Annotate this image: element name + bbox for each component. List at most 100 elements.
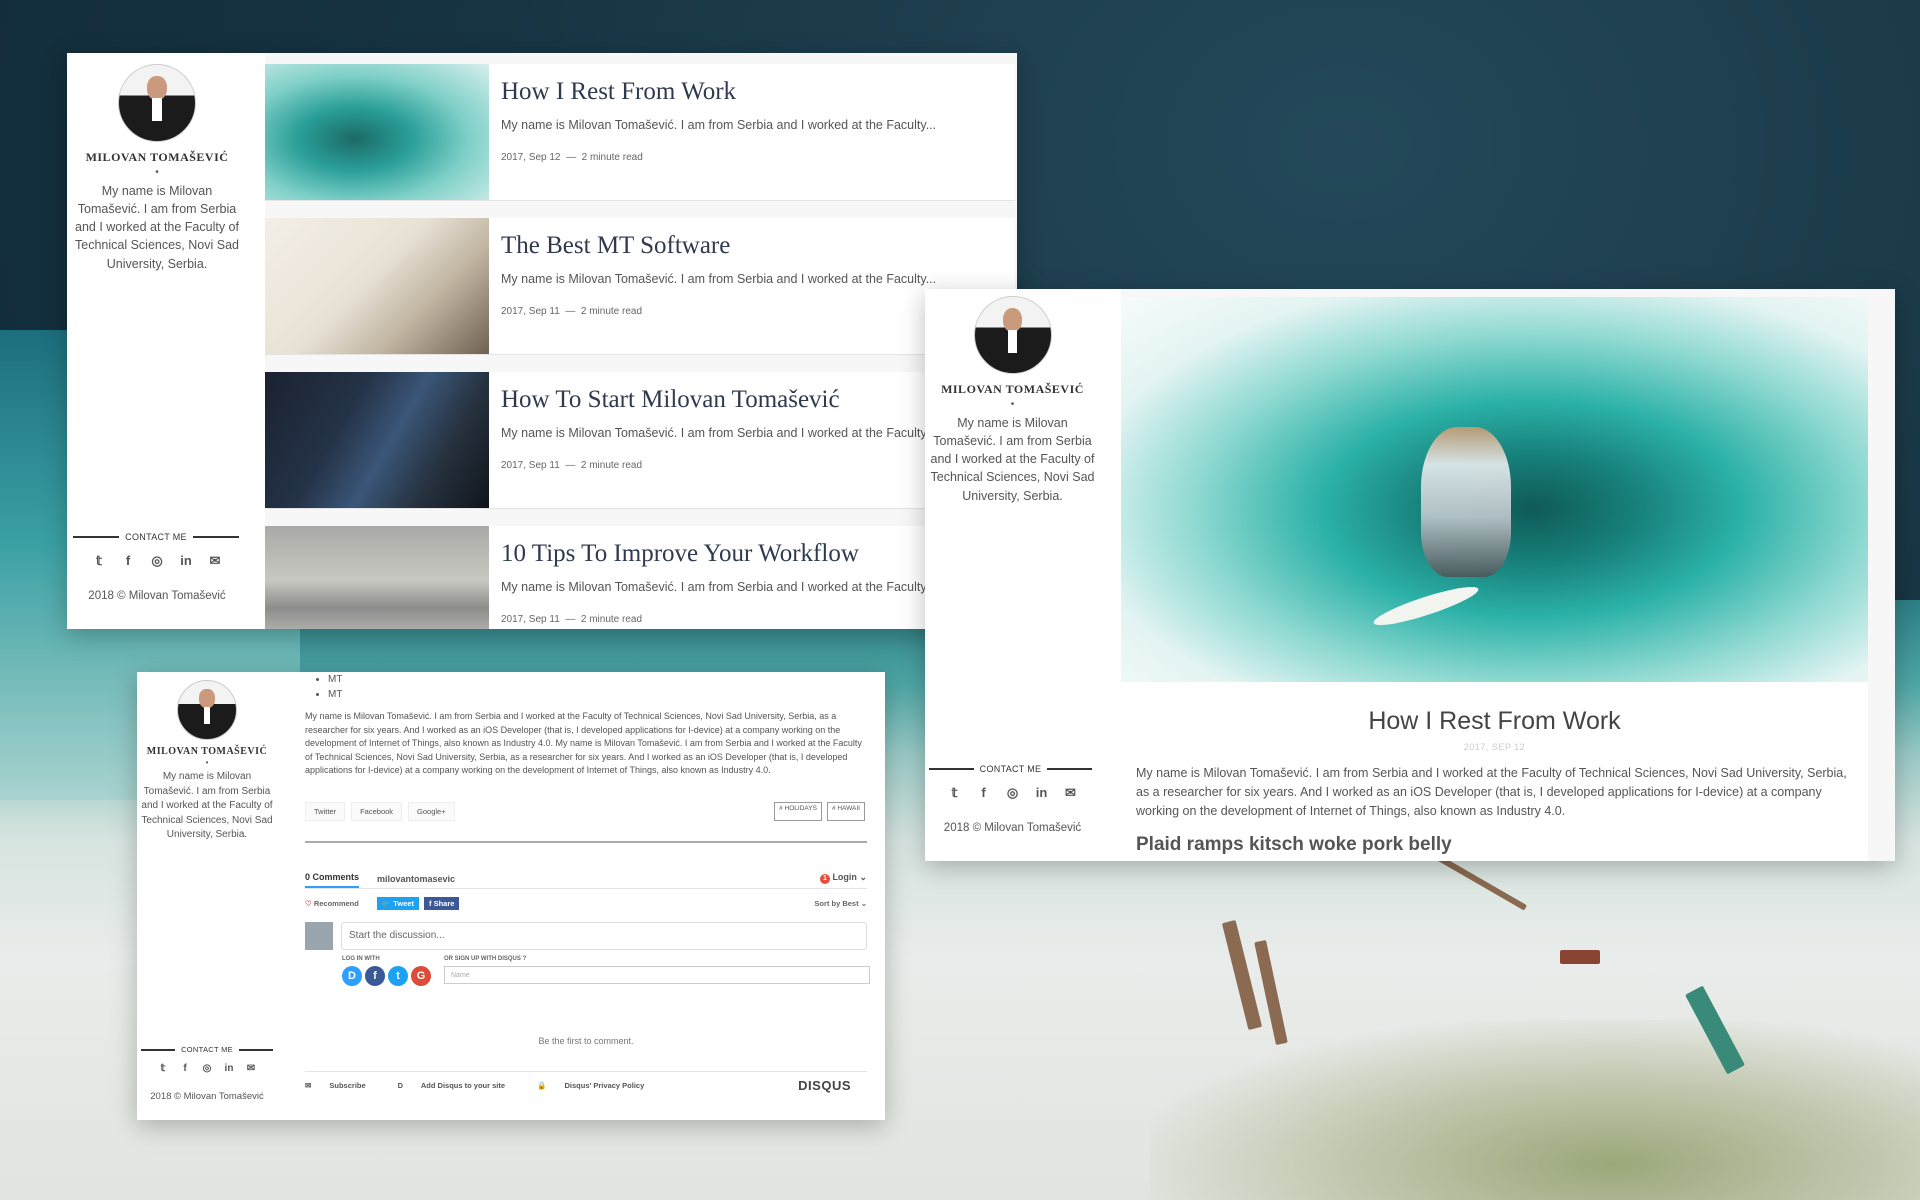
- post-title[interactable]: How To Start Milovan Tomašević: [501, 386, 936, 414]
- post-title[interactable]: How I Rest From Work: [501, 78, 936, 106]
- share-row: Twitter Facebook Google+ # HOLIDAYS # HA…: [305, 802, 865, 821]
- tab-community[interactable]: milovantomasevic: [377, 874, 455, 888]
- share-twitter-button[interactable]: Twitter: [305, 802, 346, 821]
- debris: [1560, 950, 1600, 964]
- separator-dot: •: [1010, 399, 1015, 410]
- post-meta: 2017, Sep 11 — 2 minute read: [501, 614, 936, 625]
- grass-background: [1150, 1020, 1920, 1200]
- tweet-button[interactable]: 🐦 Tweet: [376, 897, 419, 910]
- post-body-text: My name is Milovan Tomašević. I am from …: [305, 711, 862, 775]
- envelope-icon[interactable]: ✉: [1056, 785, 1085, 801]
- copyright: 2018 © Milovan Tomašević: [150, 1091, 264, 1102]
- facebook-icon[interactable]: f: [365, 966, 385, 986]
- add-disqus-label: Add Disqus to your site: [420, 1081, 506, 1090]
- post-thumbnail[interactable]: [265, 64, 489, 200]
- author-avatar: [177, 680, 237, 740]
- google-icon[interactable]: G: [411, 966, 431, 986]
- empty-state: Be the first to comment.: [538, 1036, 634, 1046]
- author-bio: My name is Milovan Tomašević. I am from …: [141, 771, 273, 840]
- facebook-icon[interactable]: f: [114, 553, 143, 569]
- twitter-icon[interactable]: 𝕥: [152, 1063, 174, 1074]
- post-feed: How I Rest From Work My name is Milovan …: [265, 53, 1017, 629]
- envelope-icon[interactable]: ✉: [240, 1063, 262, 1074]
- post-date: 2017, Sep 11: [501, 460, 560, 471]
- sidebar: MILOVAN TOMAŠEVIĆ • My name is Milovan T…: [67, 53, 247, 629]
- read-time: 2 minute read: [580, 614, 643, 625]
- tag-holidays[interactable]: # HOLIDAYS: [774, 802, 822, 821]
- post-thumbnail[interactable]: [265, 372, 489, 508]
- post-title[interactable]: 10 Tips To Improve Your Workflow: [501, 540, 936, 568]
- post-hero-image: [1121, 297, 1868, 682]
- tag-hawaii[interactable]: # HAWAII: [826, 802, 865, 821]
- post-date: 2017, Sep 11: [501, 306, 560, 317]
- post-card[interactable]: 10 Tips To Improve Your Workflow My name…: [265, 526, 1015, 629]
- copyright: 2018 © Milovan Tomašević: [943, 822, 1082, 834]
- bullet-list: MT MT: [305, 672, 342, 702]
- contact-me-divider: CONTACT ME: [73, 532, 240, 542]
- subscribe-label: Subscribe: [329, 1081, 366, 1090]
- facebook-share-button[interactable]: f Share: [423, 897, 460, 910]
- separator-dot: •: [155, 167, 159, 178]
- facebook-icon[interactable]: f: [174, 1063, 196, 1074]
- login-menu[interactable]: 1 Login ⌄: [819, 872, 867, 888]
- linkedin-icon[interactable]: in: [172, 553, 201, 569]
- name-field[interactable]: Name: [444, 966, 870, 984]
- contact-me-label: CONTACT ME: [181, 1045, 233, 1054]
- social-login: LOG IN WITH D f t G: [342, 956, 434, 986]
- comment-input[interactable]: Start the discussion...: [341, 922, 867, 950]
- author-avatar: [973, 296, 1052, 374]
- privacy-label: Disqus' Privacy Policy: [564, 1081, 645, 1090]
- linkedin-icon[interactable]: in: [1027, 785, 1056, 801]
- social-links: 𝕥 f ◎ in ✉: [137, 1063, 277, 1074]
- disqus-footer: ✉ Subscribe D Add Disqus to your site 🔒 …: [305, 1071, 867, 1093]
- meta-separator: —: [565, 306, 576, 317]
- post-card[interactable]: How I Rest From Work My name is Milovan …: [265, 64, 1015, 201]
- linkedin-icon[interactable]: in: [218, 1063, 240, 1074]
- post-title[interactable]: The Best MT Software: [501, 232, 936, 260]
- disqus-tabs: 0 Comments milovantomasevic 1 Login ⌄: [305, 868, 867, 889]
- author-name: MILOVAN TOMAŠEVIĆ: [941, 382, 1084, 396]
- recommend-button[interactable]: ♡ Recommend: [305, 899, 359, 908]
- post-date: 2017, Sep 12: [501, 152, 561, 163]
- github-icon[interactable]: ◎: [143, 553, 172, 569]
- disqus-logo[interactable]: DISQUS: [798, 1078, 851, 1093]
- github-icon[interactable]: ◎: [998, 785, 1027, 801]
- sidebar: MILOVAN TOMAŠEVIĆ • My name is Milovan T…: [137, 672, 277, 1120]
- post-content: How I Rest From Work 2017, SEP 12 My nam…: [1121, 289, 1895, 861]
- post-thumbnail[interactable]: [265, 218, 489, 354]
- help-icon[interactable]: ?: [523, 956, 527, 962]
- add-disqus-link[interactable]: D Add Disqus to your site: [398, 1081, 521, 1090]
- contact-me-label: CONTACT ME: [979, 764, 1042, 774]
- post-date: 2017, SEP 12: [1463, 742, 1526, 752]
- sign-up-text: OR SIGN UP WITH DISQUS: [444, 956, 521, 962]
- subscribe-link[interactable]: ✉ Subscribe: [305, 1081, 382, 1090]
- twitter-icon[interactable]: 𝕥: [85, 553, 114, 569]
- lock-icon: 🔒: [537, 1081, 547, 1090]
- twitter-icon[interactable]: 𝕥: [940, 785, 969, 801]
- meta-separator: —: [565, 614, 576, 625]
- privacy-link[interactable]: 🔒 Disqus' Privacy Policy: [537, 1081, 660, 1090]
- post-card[interactable]: How To Start Milovan Tomašević My name i…: [265, 372, 1015, 509]
- tab-comments[interactable]: 0 Comments: [305, 872, 360, 888]
- social-links: 𝕥 f ◎ in ✉: [925, 785, 1100, 801]
- sort-label: Sort by Best: [814, 899, 859, 908]
- sort-dropdown[interactable]: Sort by Best ⌄: [814, 899, 867, 908]
- twitter-icon[interactable]: t: [388, 966, 408, 986]
- section-divider: [305, 841, 867, 843]
- disqus-signup: OR SIGN UP WITH DISQUS ? Name: [444, 956, 870, 986]
- github-icon[interactable]: ◎: [196, 1063, 218, 1074]
- post-card[interactable]: The Best MT Software My name is Milovan …: [265, 218, 1015, 355]
- post-thumbnail[interactable]: [265, 526, 489, 629]
- separator-dot: •: [205, 758, 209, 767]
- share-facebook-button[interactable]: Facebook: [351, 802, 403, 821]
- author-bio: My name is Milovan Tomašević. I am from …: [75, 184, 239, 271]
- blog-post-window: MILOVAN TOMAŠEVIĆ • My name is Milovan T…: [925, 289, 1895, 861]
- disqus-icon[interactable]: D: [342, 966, 362, 986]
- author-avatar: [118, 64, 196, 142]
- share-google-button[interactable]: Google+: [408, 802, 455, 821]
- facebook-icon: f: [428, 899, 432, 908]
- contact-me-label: CONTACT ME: [125, 532, 187, 542]
- log-in-with-label: LOG IN WITH: [342, 956, 380, 962]
- facebook-icon[interactable]: f: [969, 785, 998, 801]
- envelope-icon[interactable]: ✉: [201, 553, 230, 569]
